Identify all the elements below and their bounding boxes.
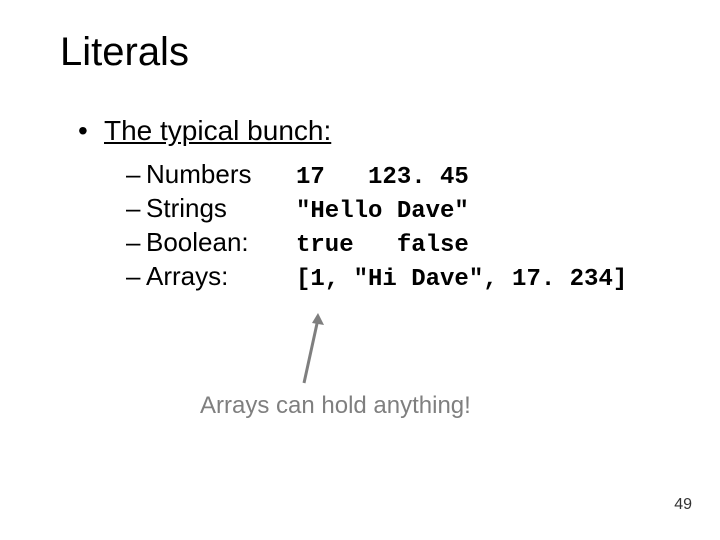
literal-label: Arrays: xyxy=(146,261,296,292)
slide: Literals The typical bunch: – Numbers 17… xyxy=(0,0,720,540)
literal-list: – Numbers 17 123. 45 – Strings "Hello Da… xyxy=(126,159,670,293)
dash-icon: – xyxy=(126,227,146,258)
bullet-heading: The typical bunch: xyxy=(78,115,670,147)
literal-label: Strings xyxy=(146,193,296,224)
literal-label: Boolean: xyxy=(146,227,296,258)
list-item: – Boolean: true false xyxy=(126,227,670,259)
literal-code: "Hello Dave" xyxy=(296,198,469,225)
literal-code: 17 123. 45 xyxy=(296,164,469,191)
dash-icon: – xyxy=(126,159,146,190)
list-item: – Arrays: [1, "Hi Dave", 17. 234] xyxy=(126,261,670,293)
literal-code: [1, "Hi Dave", 17. 234] xyxy=(296,266,627,293)
dash-icon: – xyxy=(126,261,146,292)
literal-code: true false xyxy=(296,232,469,259)
page-number: 49 xyxy=(674,496,692,514)
literal-label: Numbers xyxy=(146,159,296,190)
list-item: – Numbers 17 123. 45 xyxy=(126,159,670,191)
arrow-icon xyxy=(296,313,324,385)
list-item: – Strings "Hello Dave" xyxy=(126,193,670,225)
slide-title: Literals xyxy=(60,30,670,75)
dash-icon: – xyxy=(126,193,146,224)
caption-text: Arrays can hold anything! xyxy=(200,392,471,420)
